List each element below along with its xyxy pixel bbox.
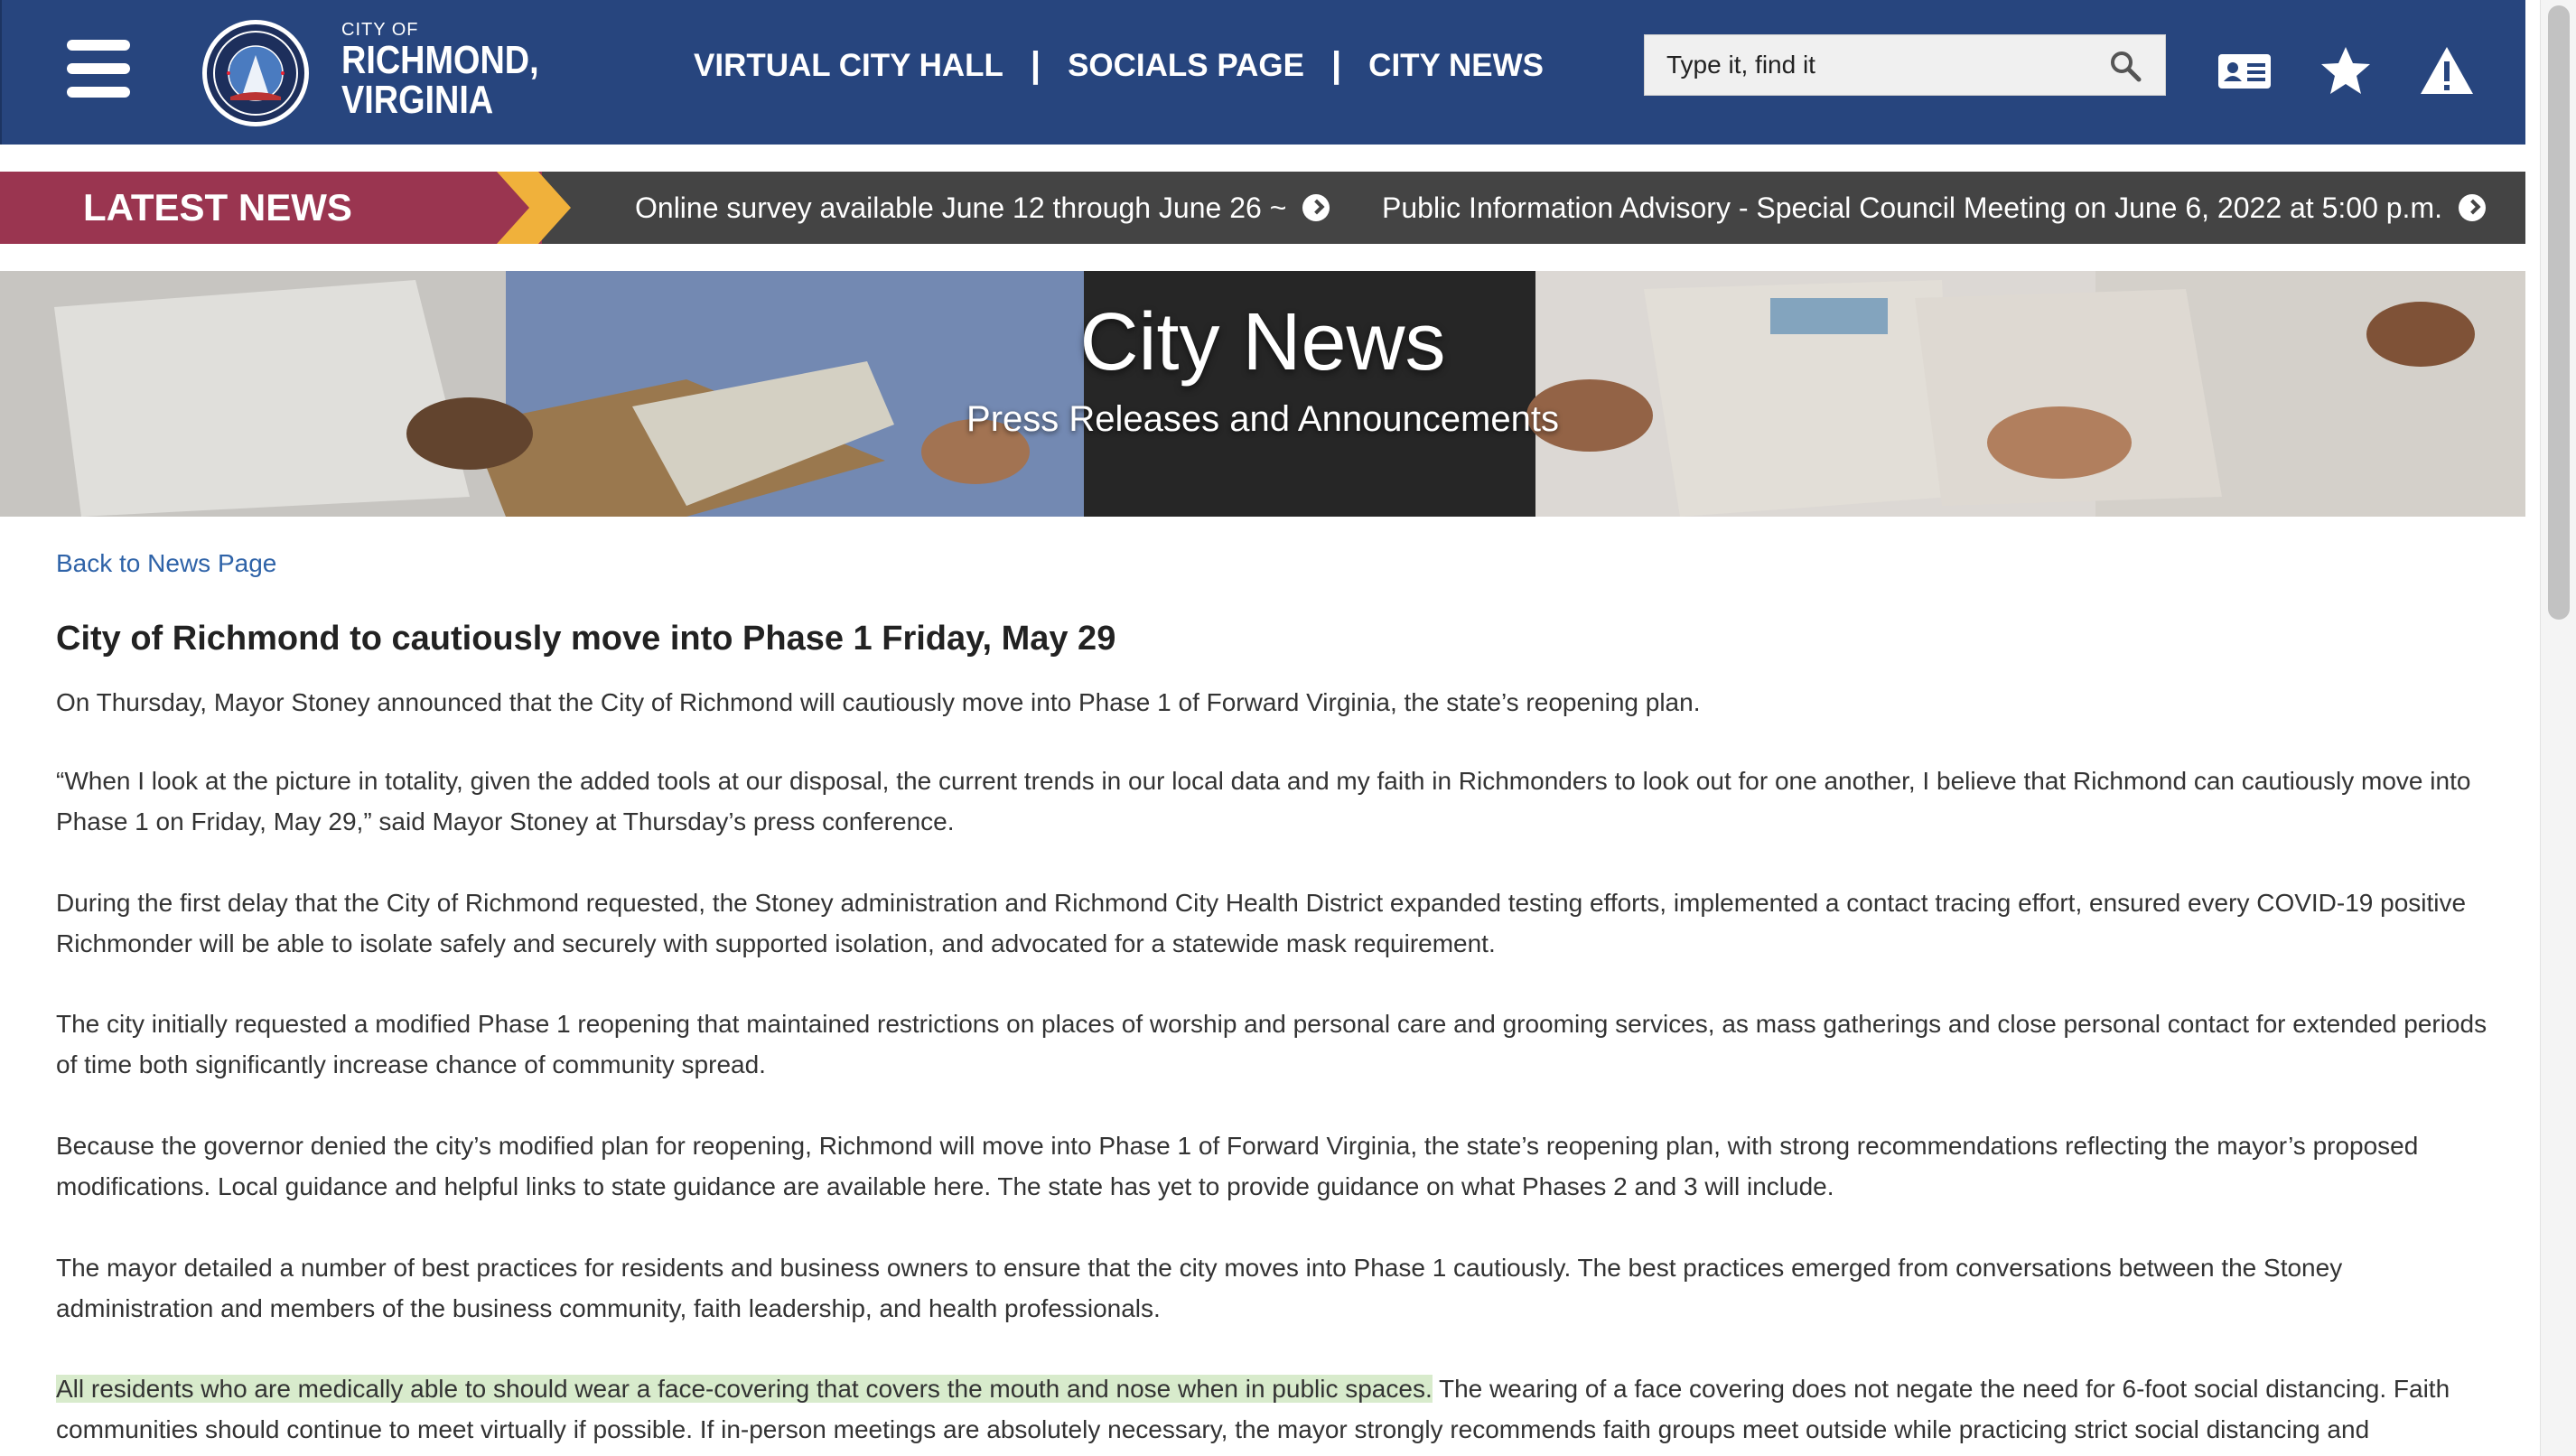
latest-news-label: LATEST NEWS: [0, 172, 542, 244]
contact-card-icon[interactable]: [2215, 43, 2274, 98]
ticker-item[interactable]: Online survey available June 12 through …: [635, 172, 1330, 244]
hero-subtitle: Press Releases and Announcements: [966, 399, 1559, 439]
chevron-right-icon: [497, 172, 571, 244]
nav-socials-page[interactable]: SOCIALS PAGE: [1068, 48, 1304, 84]
search-input[interactable]: [1645, 35, 2096, 95]
brand-name-line1: RICHMOND,: [341, 38, 539, 82]
arrow-right-circle-icon: [1302, 194, 1330, 221]
article-paragraph: Because the governor denied the city’s m…: [56, 1132, 2419, 1200]
search-box: [1644, 34, 2166, 96]
article-paragraph: “When I look at the picture in totality,…: [56, 767, 2471, 835]
city-seal-logo[interactable]: [202, 20, 309, 126]
search-icon[interactable]: [2109, 50, 2142, 82]
hero-title: City News: [1079, 297, 1446, 387]
menu-icon[interactable]: [67, 40, 130, 98]
alert-icon[interactable]: [2417, 43, 2477, 98]
page-scrollbar[interactable]: [2540, 0, 2576, 1456]
nav-city-news[interactable]: CITY NEWS: [1368, 48, 1544, 84]
article-paragraph: On Thursday, Mayor Stoney announced that…: [56, 688, 1701, 716]
article-paragraph: The mayor detailed a number of best prac…: [56, 1254, 2343, 1322]
scrollbar-thumb[interactable]: [2548, 5, 2570, 620]
highlighted-text: All residents who are medically able to …: [56, 1375, 1433, 1403]
nav-separator: |: [1330, 45, 1342, 85]
article-title: City of Richmond to cautiously move into…: [56, 620, 1116, 658]
article-header: Back to News Page City of Richmond to ca…: [56, 542, 2495, 658]
ticker-item-text: Public Information Advisory - Special Co…: [1382, 191, 2442, 224]
article-paragraph: All residents who are medically able to …: [56, 1369, 2495, 1450]
ticker-item-text: Online survey available June 12 through …: [635, 191, 1287, 224]
star-icon[interactable]: [2316, 43, 2375, 98]
site-brand[interactable]: CITY OF RICHMOND, VIRGINIA: [341, 20, 571, 120]
back-to-news-link[interactable]: Back to News Page: [56, 549, 2495, 578]
top-nav: VIRTUAL CITY HALL | SOCIALS PAGE | CITY …: [694, 45, 1544, 86]
nav-virtual-city-hall[interactable]: VIRTUAL CITY HALL: [694, 48, 1003, 84]
ticker-item[interactable]: Public Information Advisory - Special Co…: [1382, 172, 2486, 244]
article-paragraph: During the first delay that the City of …: [56, 889, 2467, 957]
brand-name-line2: VIRGINIA: [341, 78, 494, 122]
nav-separator: |: [1030, 45, 1041, 85]
article-paragraph: The city initially requested a modified …: [56, 1010, 2487, 1078]
latest-news-bar: LATEST NEWS Online survey available June…: [0, 172, 2525, 244]
arrow-right-circle-icon: [2458, 194, 2486, 221]
site-header: CITY OF RICHMOND, VIRGINIA VIRTUAL CITY …: [0, 0, 2525, 145]
